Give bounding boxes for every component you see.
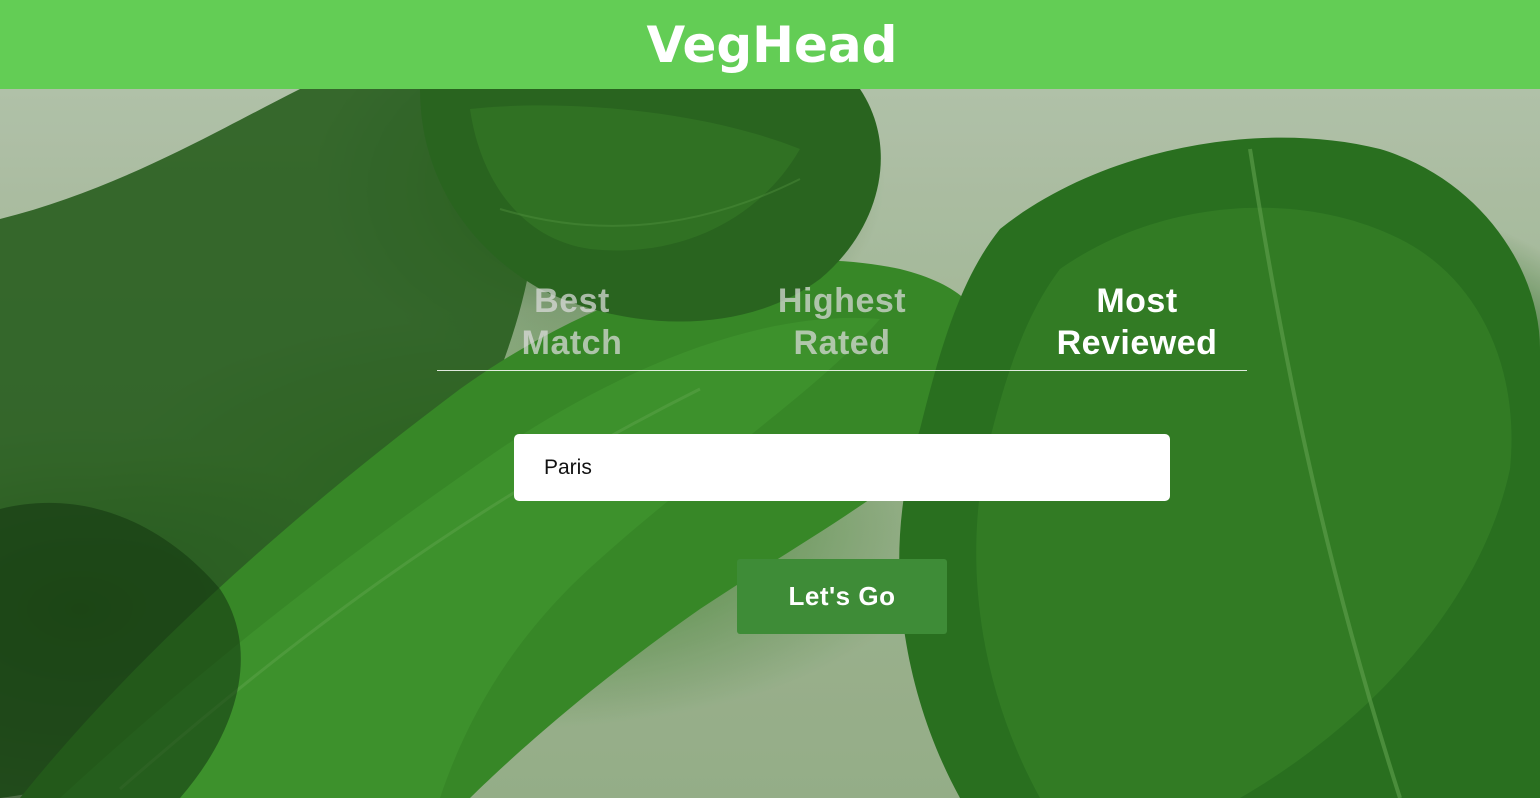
site-logo[interactable]: VegHead	[647, 20, 898, 70]
site-header: VegHead	[0, 0, 1540, 89]
lets-go-button[interactable]: Let's Go	[737, 559, 947, 634]
tab-most-reviewed[interactable]: Most Reviewed	[1037, 280, 1237, 364]
location-search-input[interactable]	[514, 434, 1170, 501]
tab-highest-rated[interactable]: Highest Rated	[767, 280, 917, 364]
tab-best-match[interactable]: Best Match	[497, 280, 647, 364]
page: VegHead Best Match Highest Rated Most Re…	[0, 0, 1540, 798]
sort-tabs: Best Match Highest Rated Most Reviewed	[437, 280, 1247, 371]
